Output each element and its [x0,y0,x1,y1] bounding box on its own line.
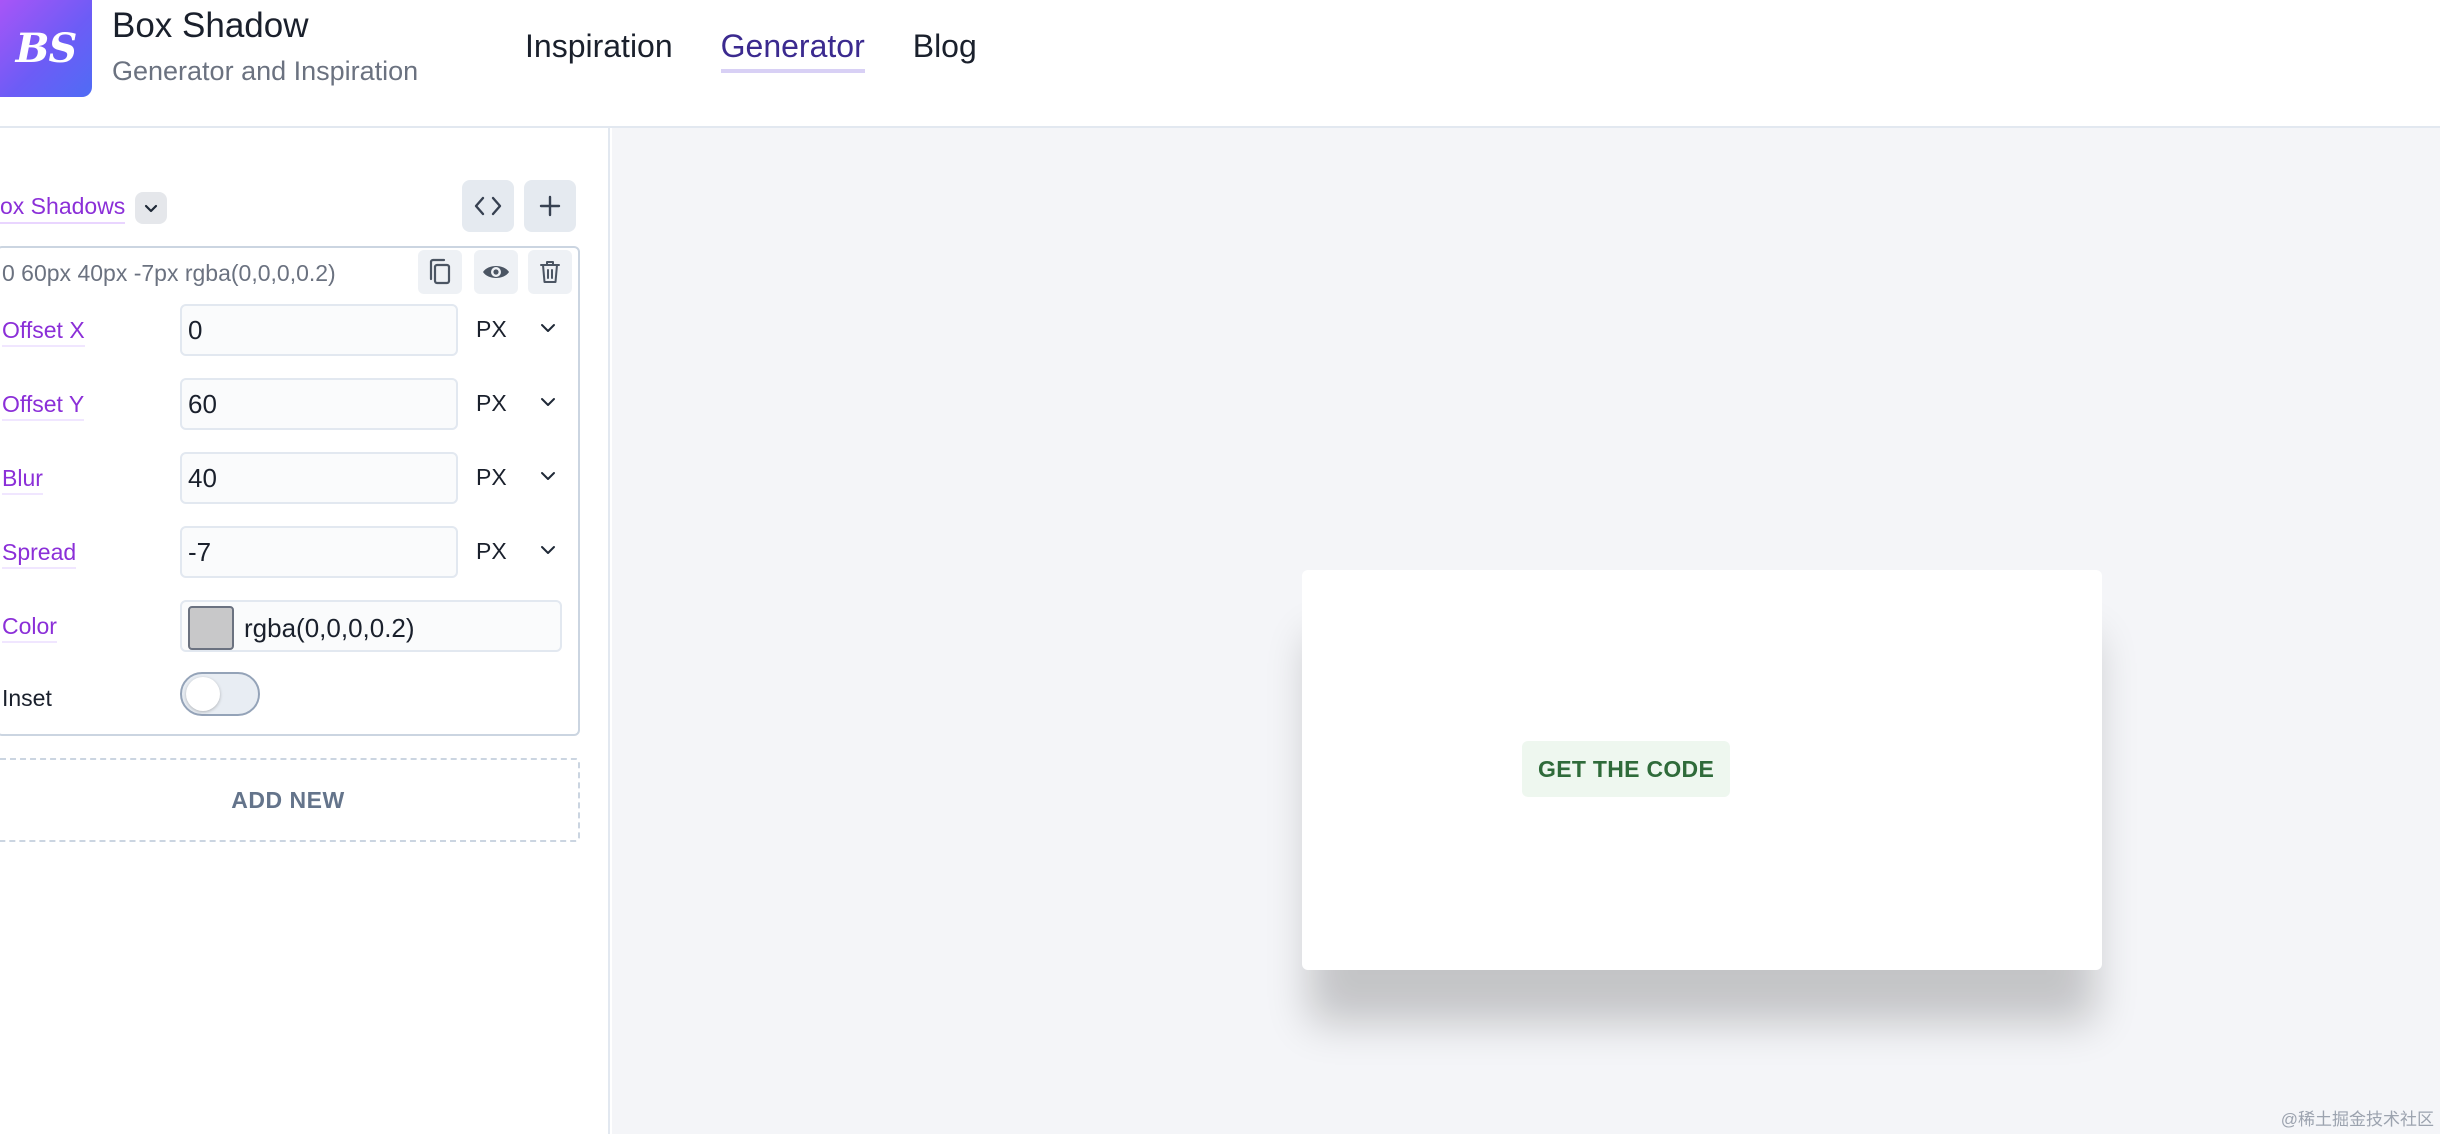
offset-y-unit[interactable]: PX [476,390,507,417]
delete-button[interactable] [528,250,572,294]
code-button[interactable] [462,180,514,232]
offset-x-unit[interactable]: PX [476,316,507,343]
toggle-knob [186,677,220,711]
chevron-down-icon[interactable] [538,392,558,412]
spread-row: Spread PX [0,526,578,578]
nav-generator[interactable]: Generator [720,28,865,73]
color-row: Color rgba(0,0,0,0.2) [0,600,578,652]
get-the-code-button[interactable]: GET THE CODE [1522,741,1731,797]
shadow-editor-panel: ox Shadows 0 60px 40px -7px rgba(0,0,0,0… [0,128,610,1134]
nav-blog[interactable]: Blog [913,28,977,73]
chevron-down-icon[interactable] [538,466,558,486]
nav-inspiration[interactable]: Inspiration [525,28,673,73]
chevron-down-icon[interactable] [135,192,168,224]
chevron-down-icon[interactable] [538,540,558,560]
watermark: @稀土掘金技术社区 [2280,1110,2434,1129]
inset-row: Inset [0,672,578,724]
offset-y-input[interactable] [180,378,458,430]
inset-toggle[interactable] [180,672,260,716]
visibility-button[interactable] [474,250,518,294]
shadow-list-title: ox Shadows [0,192,126,224]
inset-label: Inset [2,685,52,711]
blur-unit[interactable]: PX [476,464,507,491]
offset-x-label: Offset X [2,316,85,347]
logo[interactable]: BS [0,0,92,97]
chevron-down-icon[interactable] [538,318,558,338]
color-value[interactable]: rgba(0,0,0,0.2) [244,613,415,644]
site-title[interactable]: Box Shadow [112,6,309,46]
offset-y-row: Offset Y PX [0,378,578,430]
shadow-layer-card: 0 60px 40px -7px rgba(0,0,0,0.2) Offset … [0,246,580,736]
main-nav: Inspiration Generator Blog [525,28,977,73]
copy-button[interactable] [418,250,462,294]
eye-icon [481,261,511,283]
add-shadow-button[interactable] [524,180,576,232]
logo-text: BS [15,25,78,72]
add-new-button[interactable]: ADD NEW [0,758,580,842]
shadow-summary[interactable]: 0 60px 40px -7px rgba(0,0,0,0.2) [2,260,336,287]
code-icon [473,195,503,217]
blur-label: Blur [2,464,43,495]
blur-input[interactable] [180,452,458,504]
offset-x-row: Offset X PX [0,304,578,356]
color-swatch[interactable] [188,606,234,650]
trash-icon [538,259,562,285]
preview-area: GET THE CODE @稀土掘金技术社区 [612,128,2440,1134]
blur-row: Blur PX [0,452,578,504]
offset-y-label: Offset Y [2,390,85,421]
copy-icon [426,257,454,287]
plus-icon [538,194,562,218]
shadow-list-selector[interactable]: ox Shadows [0,192,168,224]
spread-label: Spread [2,538,77,569]
offset-x-input[interactable] [180,304,458,356]
spread-unit[interactable]: PX [476,538,507,565]
site-header: BS Box Shadow Generator and Inspiration … [0,0,2440,128]
color-field[interactable]: rgba(0,0,0,0.2) [180,600,562,652]
color-label: Color [2,612,57,643]
site-subtitle: Generator and Inspiration [112,56,419,86]
spread-input[interactable] [180,526,458,578]
